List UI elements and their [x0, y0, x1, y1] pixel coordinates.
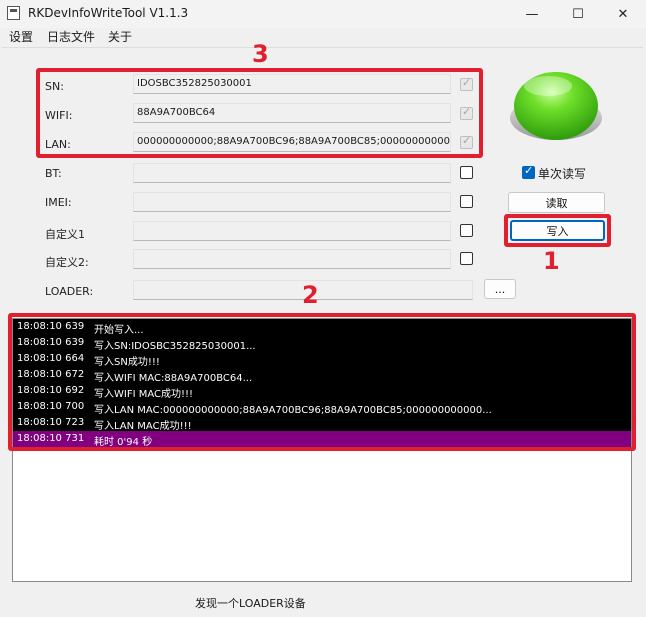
custom2-checkbox[interactable]: [460, 252, 473, 265]
imei-field[interactable]: [133, 192, 451, 212]
annotation-number-2: 2: [302, 281, 319, 309]
bt-checkbox[interactable]: [460, 166, 473, 179]
maximize-button[interactable]: ☐: [555, 0, 601, 28]
bt-label: BT:: [45, 167, 62, 180]
menu-item-logfile[interactable]: 日志文件: [47, 28, 95, 45]
annotation-number-3: 3: [252, 40, 269, 68]
single-rw-checkbox[interactable]: [522, 164, 535, 179]
title-bar: RKDevInfoWriteTool V1.1.3 — ☐ ✕: [0, 0, 646, 28]
annotation-number-1: 1: [543, 247, 560, 275]
custom1-field[interactable]: [133, 221, 451, 241]
custom2-label: 自定义2:: [45, 256, 89, 269]
imei-checkbox[interactable]: [460, 195, 473, 208]
loader-label: LOADER:: [45, 285, 94, 298]
annotation-box-1: [504, 214, 611, 247]
window-title: RKDevInfoWriteTool V1.1.3: [28, 6, 189, 20]
annotation-box-3: [36, 68, 483, 158]
custom2-field[interactable]: [133, 249, 451, 269]
status-text: 发现一个LOADER设备: [195, 597, 306, 610]
status-light-icon: [510, 72, 602, 140]
imei-label: IMEI:: [45, 196, 72, 209]
annotation-box-2: [8, 313, 636, 451]
menu-bar: 设置 日志文件 关于: [0, 28, 646, 46]
close-button[interactable]: ✕: [600, 0, 646, 28]
custom1-label: 自定义1: [45, 228, 85, 241]
read-button[interactable]: 读取: [508, 192, 605, 213]
menu-item-about[interactable]: 关于: [108, 28, 132, 45]
app-icon: [7, 6, 20, 20]
menu-item-settings[interactable]: 设置: [9, 28, 33, 45]
minimize-button[interactable]: —: [509, 0, 555, 28]
single-rw-label: 单次读写: [538, 167, 587, 181]
custom1-checkbox[interactable]: [460, 224, 473, 237]
bt-field[interactable]: [133, 163, 451, 183]
loader-browse-button[interactable]: ...: [484, 279, 516, 299]
